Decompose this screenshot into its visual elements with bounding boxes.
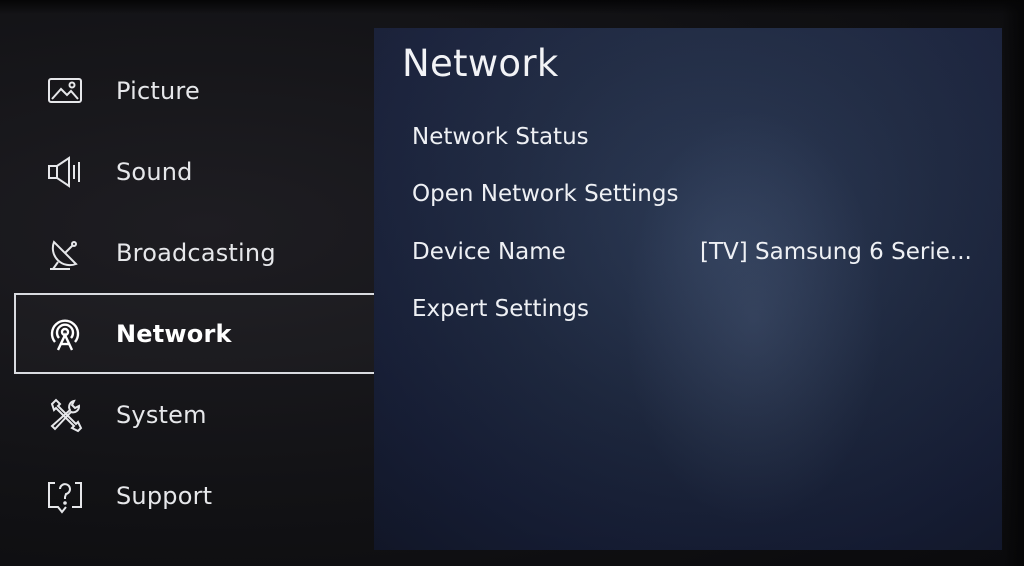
expert-settings-item[interactable]: Expert Settings: [412, 281, 982, 339]
list-item-label: Open Network Settings: [412, 181, 679, 208]
sidebar-item-sound[interactable]: Sound: [14, 131, 376, 212]
tv-settings-screen: Picture Sound Broadcasting Network Syste…: [0, 0, 1024, 566]
network-options-list: Network Status Open Network Settings Dev…: [412, 108, 982, 338]
satellite-dish-icon: [46, 234, 84, 272]
list-item-label: Device Name: [412, 238, 566, 265]
sidebar-item-label: System: [116, 400, 207, 429]
tools-icon: [46, 396, 84, 434]
open-network-settings-item[interactable]: Open Network Settings: [412, 166, 982, 224]
screen-bezel-right: [1002, 0, 1024, 566]
sidebar-item-picture[interactable]: Picture: [14, 50, 376, 131]
device-name-value: [TV] Samsung 6 Serie...: [700, 238, 972, 265]
screen-bezel-top: [0, 0, 1024, 14]
sidebar-item-system[interactable]: System: [14, 374, 376, 455]
device-name-item[interactable]: Device Name [TV] Samsung 6 Serie...: [412, 223, 982, 281]
sidebar-item-label: Broadcasting: [116, 238, 276, 267]
network-icon: [46, 315, 84, 353]
settings-sidebar: Picture Sound Broadcasting Network Syste…: [14, 50, 376, 536]
sidebar-item-label: Picture: [116, 76, 200, 105]
sidebar-item-label: Sound: [116, 157, 193, 186]
sidebar-item-network[interactable]: Network: [14, 293, 376, 374]
list-item-label: Expert Settings: [412, 296, 590, 323]
network-panel: Network Network Status Open Network Sett…: [374, 28, 1002, 550]
page-title: Network: [402, 42, 559, 85]
picture-icon: [46, 72, 84, 110]
sidebar-item-broadcasting[interactable]: Broadcasting: [14, 212, 376, 293]
speaker-icon: [46, 153, 84, 191]
sidebar-item-label: Support: [116, 481, 213, 510]
sidebar-item-support[interactable]: Support: [14, 455, 376, 536]
network-status-item[interactable]: Network Status: [412, 108, 982, 166]
list-item-label: Network Status: [412, 123, 589, 150]
sidebar-item-label: Network: [116, 319, 232, 348]
help-icon: [46, 477, 84, 515]
